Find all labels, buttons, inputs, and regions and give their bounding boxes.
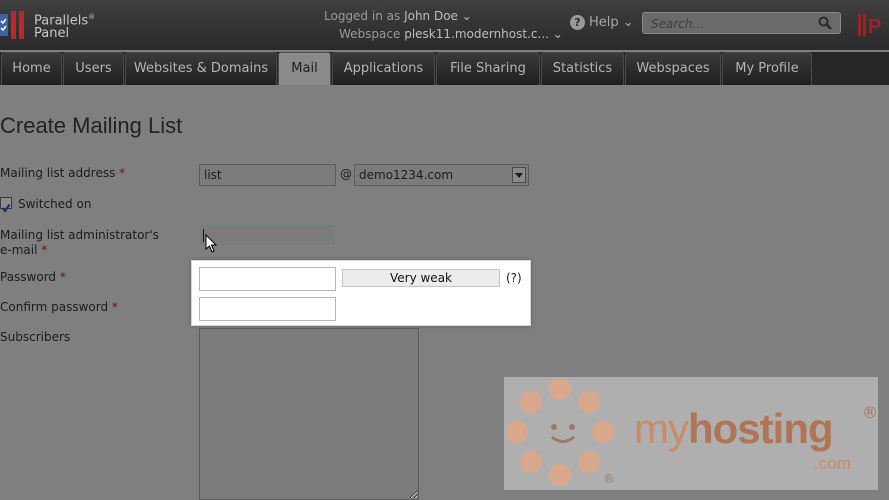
- required-mark: *: [111, 300, 118, 314]
- chevron-down-icon: ⌄: [622, 15, 634, 30]
- logo-text: Parallels® Panel: [34, 11, 95, 40]
- password-label: Password *: [0, 270, 66, 285]
- watermark-suffix: .com: [814, 454, 851, 473]
- admin-email-input[interactable]: [199, 224, 336, 246]
- confirm-password-label: Confirm password *: [0, 300, 118, 315]
- subscribers-label: Subscribers: [0, 330, 71, 344]
- user-name: John Doe: [404, 9, 458, 23]
- user-menu[interactable]: John Doe ⌄: [404, 9, 472, 23]
- admin-email-label-line2: e-mail: [0, 243, 38, 257]
- tab-webspaces[interactable]: Webspaces: [625, 52, 721, 85]
- tab-my-profile[interactable]: My Profile: [722, 52, 812, 85]
- logged-in-label: Logged in as: [324, 9, 401, 23]
- switched-on-label: Switched on: [18, 197, 92, 211]
- watermark-text-bold: hosting: [688, 405, 834, 452]
- tab-home[interactable]: Home: [1, 52, 62, 85]
- tab-file-sharing[interactable]: File Sharing: [436, 52, 540, 85]
- page-title: Create Mailing List: [0, 113, 183, 138]
- confirm-password-input[interactable]: [199, 297, 336, 321]
- tab-applications[interactable]: Applications: [332, 52, 435, 85]
- watermark-reg-small: ®: [603, 472, 615, 486]
- admin-email-label: Mailing list administrator's e-mail *: [0, 228, 159, 258]
- password-strength-meter: Very weak: [342, 269, 500, 287]
- help-menu[interactable]: ? Help ⌄: [570, 15, 634, 30]
- chevron-down-icon: [515, 173, 523, 178]
- corner-logo-icon: P: [858, 14, 881, 38]
- at-sign: @: [340, 167, 352, 181]
- parallels-logo[interactable]: Parallels® Panel: [0, 5, 100, 45]
- admin-email-label-line1: Mailing list administrator's: [0, 228, 159, 242]
- watermark-text: myhosting: [634, 405, 834, 453]
- chevron-down-icon: ⌄: [461, 9, 472, 23]
- webspace-value: plesk11.modernhost.c...: [404, 27, 549, 41]
- corner-logo-letter: P: [868, 16, 881, 38]
- address-label-text: Mailing list address: [0, 166, 116, 180]
- chevron-down-icon: ⌄: [552, 27, 563, 41]
- tab-statistics[interactable]: Statistics: [541, 52, 624, 85]
- help-icon: ?: [570, 15, 585, 30]
- webspace-selector[interactable]: plesk11.modernhost.c... ⌄: [404, 27, 563, 41]
- address-label: Mailing list address *: [0, 166, 125, 181]
- search-icon[interactable]: [818, 16, 832, 30]
- tab-users[interactable]: Users: [63, 52, 124, 85]
- corner-logo: P: [856, 12, 889, 38]
- mouse-cursor-icon: [205, 234, 218, 253]
- search-box: [642, 12, 841, 34]
- password-label-text: Password: [0, 270, 57, 284]
- parallels-logo-icon: [0, 11, 24, 39]
- help-label: Help: [589, 15, 619, 30]
- domain-value: demo1234.com: [359, 168, 454, 182]
- logo-reg: ®: [88, 13, 96, 21]
- switched-on-checkbox[interactable]: [0, 197, 12, 213]
- search-input[interactable]: [643, 14, 821, 34]
- webspace-label: Webspace: [339, 27, 401, 41]
- address-input[interactable]: [199, 164, 336, 186]
- required-mark: *: [59, 270, 66, 284]
- watermark-text-light: my: [634, 405, 689, 452]
- text-caret: [203, 229, 204, 242]
- password-input[interactable]: [199, 267, 336, 291]
- domain-select[interactable]: demo1234.com: [354, 164, 529, 186]
- tab-mail[interactable]: Mail: [278, 52, 331, 85]
- user-info: Logged in as John Doe ⌄ Webspace plesk11…: [324, 8, 563, 42]
- main-nav: Home Users Websites & Domains Mail Appli…: [0, 52, 889, 85]
- watermark: myhosting .com ® ®: [504, 377, 878, 490]
- logo-line2: Panel: [34, 26, 70, 42]
- password-help-link[interactable]: (?): [506, 271, 522, 285]
- tab-websites-domains[interactable]: Websites & Domains: [125, 52, 277, 85]
- check-icon: [1, 203, 11, 213]
- required-mark: *: [41, 243, 48, 257]
- top-bar: Parallels® Panel Logged in as John Doe ⌄…: [0, 0, 889, 50]
- required-mark: *: [119, 166, 126, 180]
- watermark-reg: ®: [862, 403, 878, 422]
- confirm-password-label-text: Confirm password: [0, 300, 109, 314]
- subscribers-textarea[interactable]: [199, 328, 419, 500]
- select-arrow[interactable]: [512, 167, 526, 183]
